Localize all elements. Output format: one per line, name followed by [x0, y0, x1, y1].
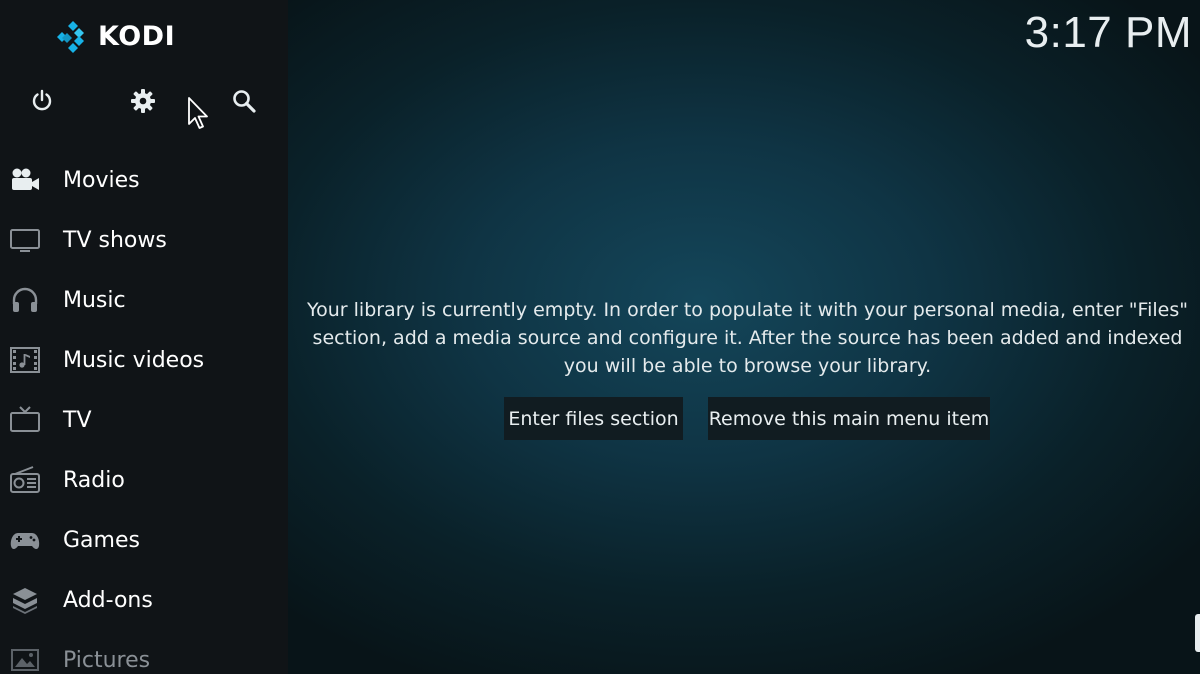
- menu-item-label: Radio: [63, 467, 125, 493]
- music-video-icon: [8, 343, 42, 377]
- power-icon: [32, 89, 52, 111]
- menu-item-games[interactable]: Games: [0, 510, 288, 570]
- pictures-icon: [8, 643, 42, 674]
- mouse-pointer-icon: [188, 97, 208, 129]
- menu-item-tv[interactable]: TV: [0, 390, 288, 450]
- gear-icon: [131, 89, 155, 113]
- menu-item-label: Music videos: [63, 347, 205, 373]
- menu-item-label: Movies: [63, 167, 140, 193]
- menu-item-label: Music: [63, 287, 126, 313]
- menu-item-add-ons[interactable]: Add-ons: [0, 570, 288, 630]
- menu-item-pictures[interactable]: Pictures: [0, 630, 288, 674]
- menu-item-movies[interactable]: Movies: [0, 150, 288, 210]
- enter-files-section-button[interactable]: Enter files section: [504, 397, 683, 440]
- movie-camera-icon: [8, 163, 42, 197]
- search-icon: [233, 90, 256, 113]
- monitor-icon: [8, 223, 42, 257]
- kodi-logo-icon: [57, 21, 84, 53]
- power-button[interactable]: [27, 86, 57, 116]
- remove-menu-item-button[interactable]: Remove this main menu item: [708, 397, 990, 440]
- logo-text: KODI: [98, 21, 176, 52]
- menu-item-label: TV: [63, 407, 92, 433]
- radio-icon: [8, 463, 42, 497]
- tv-icon: [8, 403, 42, 437]
- menu-item-tv-shows[interactable]: TV shows: [0, 210, 288, 270]
- search-button[interactable]: [229, 86, 259, 116]
- empty-library-message: Your library is currently empty. In orde…: [307, 299, 1188, 377]
- kodi-logo[interactable]: KODI: [56, 20, 175, 54]
- addons-box-icon: [8, 583, 42, 617]
- menu-item-music[interactable]: Music: [0, 270, 288, 330]
- settings-button[interactable]: [128, 86, 158, 116]
- menu-item-radio[interactable]: Radio: [0, 450, 288, 510]
- clock: 3:17 PM: [1024, 8, 1192, 57]
- menu-item-label: TV shows: [63, 227, 167, 253]
- headphones-icon: [8, 283, 42, 317]
- sidebar: KODI Movies TV shows Music Music videos …: [0, 0, 288, 674]
- menu-item-music-videos[interactable]: Music videos: [0, 330, 288, 390]
- menu-item-label: Add-ons: [63, 587, 153, 613]
- menu-item-label: Pictures: [63, 647, 151, 673]
- menu-item-label: Games: [63, 527, 140, 553]
- main-menu: Movies TV shows Music Music videos TV Ra…: [0, 150, 288, 674]
- gamepad-icon: [8, 523, 42, 557]
- scroll-edge-indicator: [1195, 614, 1200, 652]
